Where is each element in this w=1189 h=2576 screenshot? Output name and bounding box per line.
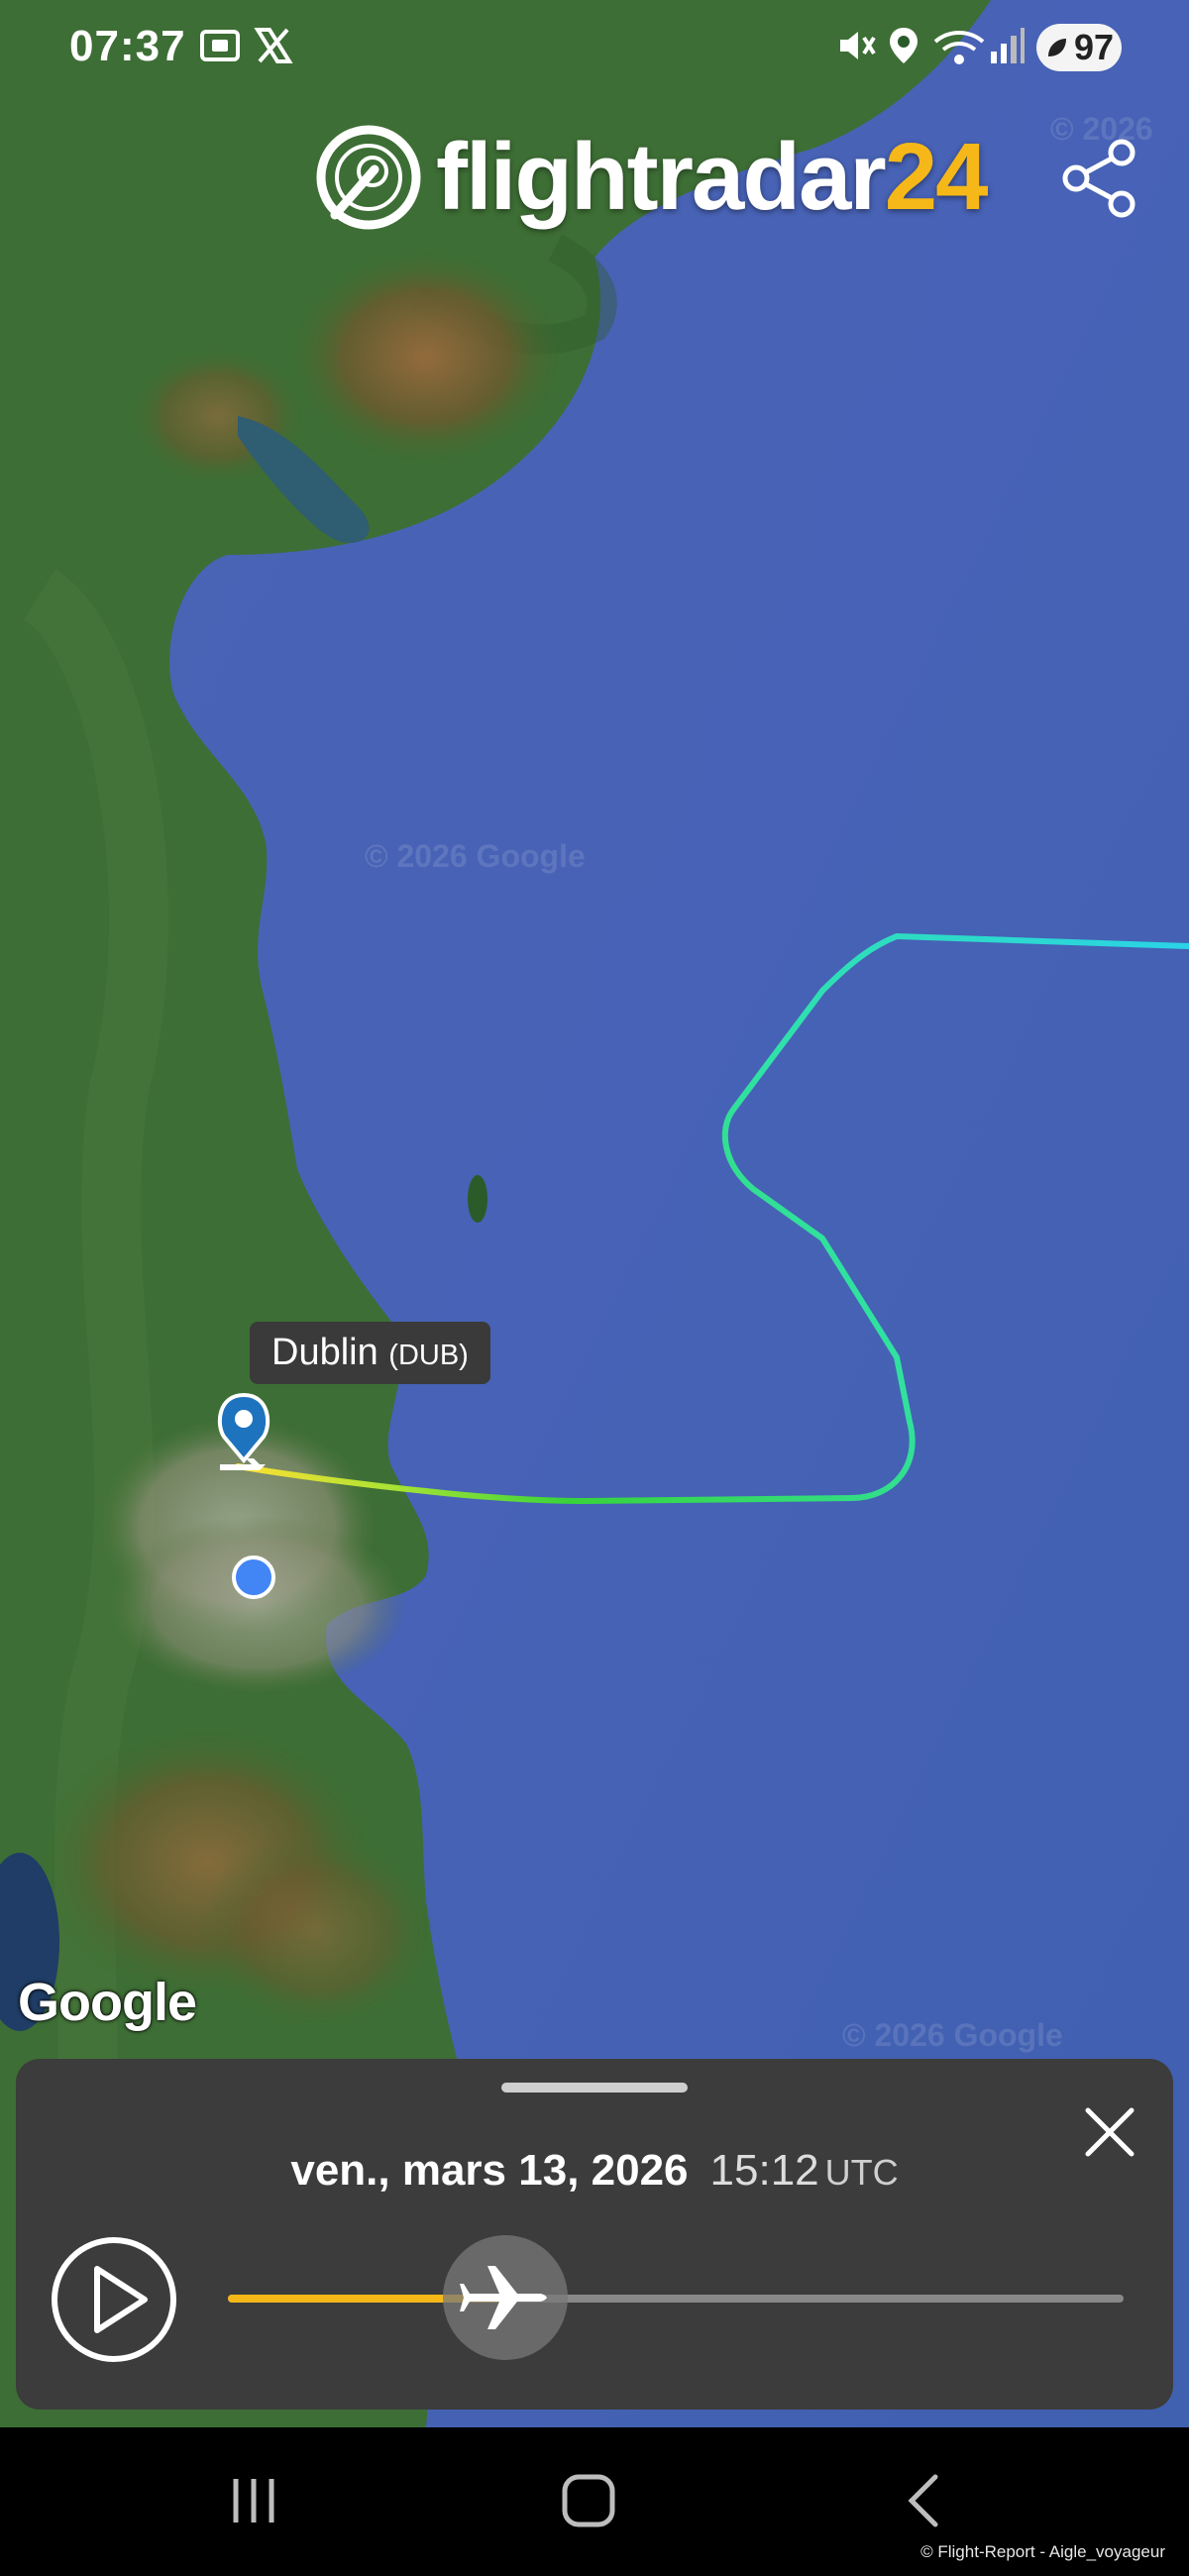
playback-datetime: ven., mars 13, 2026 15:12 UTC (0, 2146, 1189, 2196)
mute-icon (840, 32, 876, 59)
x-app-icon (254, 28, 293, 63)
home-icon[interactable] (559, 2471, 618, 2530)
location-icon (890, 28, 918, 63)
battery-saver-icon (1047, 39, 1066, 56)
status-time: 07:37 (69, 22, 186, 70)
flightradar24-logo: flightradar24 (315, 123, 989, 232)
share-icon[interactable] (1060, 139, 1139, 218)
playback-panel (16, 2059, 1173, 2410)
recent-apps-icon[interactable] (226, 2473, 281, 2528)
playback-timezone: UTC (824, 2152, 899, 2193)
airport-label[interactable]: Dublin (DUB) (250, 1322, 490, 1384)
navigation-bar: © Flight-Report - Aigle_voyageur (0, 2427, 1189, 2576)
timeline-slider[interactable] (228, 2295, 1124, 2303)
play-button[interactable] (50, 2235, 178, 2364)
playback-time: 15:12 (709, 2146, 819, 2195)
battery-level: 97 (1073, 27, 1115, 67)
back-icon[interactable] (900, 2471, 947, 2530)
brand-suffix: 24 (884, 124, 989, 230)
google-attribution: Google (18, 1973, 197, 2032)
signal-icon (991, 28, 1025, 63)
airport-name: Dublin (271, 1332, 378, 1373)
map-watermark: © 2026 Google (842, 2017, 1063, 2053)
playback-date: ven., mars 13, 2026 (290, 2146, 689, 2195)
battery-indicator: 97 (1036, 24, 1122, 71)
brand-prefix: flightradar (436, 124, 887, 230)
airplane-icon (460, 2266, 548, 2329)
drag-handle[interactable] (501, 2083, 688, 2093)
radar-logo-icon (316, 125, 421, 230)
play-icon (94, 2266, 148, 2333)
copyright-text: © Flight-Report - Aigle_voyageur (920, 2542, 1165, 2561)
screenshot-icon (200, 30, 240, 61)
brand-name: flightradar24 (436, 123, 989, 232)
airport-code: (DUB) (388, 1340, 469, 1371)
status-bar: 07:37 97 (0, 0, 1189, 95)
timeline-knob[interactable] (443, 2235, 569, 2360)
wifi-icon (933, 31, 985, 64)
screen: © 2026 Google © 2026 Google © 2026 Dubli… (0, 0, 1189, 2576)
map-watermark: © 2026 Google (365, 838, 586, 874)
user-location-dot (232, 1556, 275, 1599)
